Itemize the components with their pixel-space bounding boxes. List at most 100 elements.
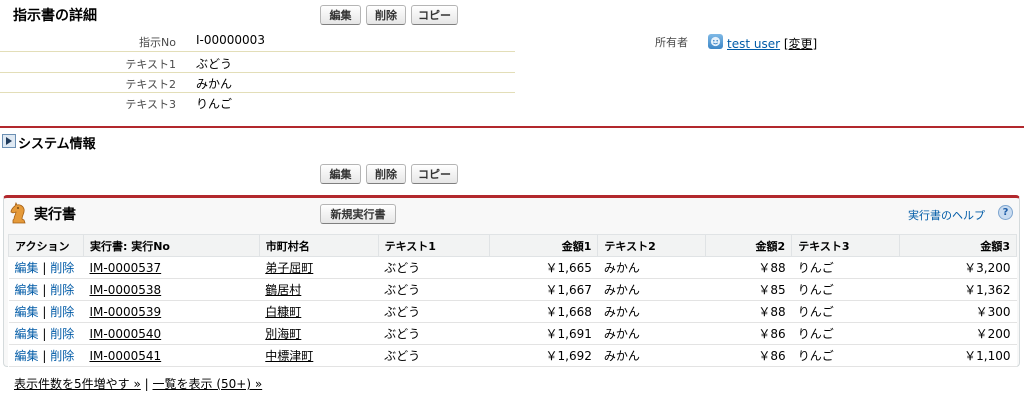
field-label-text1: テキスト1 <box>125 58 176 71</box>
cell-amount2: ￥86 <box>705 344 792 367</box>
row-edit-link[interactable]: 編集 <box>15 261 39 275</box>
field-value-text1: ぶどう <box>196 57 233 71</box>
cell-text1: ぶどう <box>378 256 490 279</box>
row-edit-link[interactable]: 編集 <box>15 327 39 341</box>
delete-button[interactable]: 削除 <box>366 5 406 25</box>
record-number-link[interactable]: IM-0000539 <box>89 305 161 319</box>
cell-text1: ぶどう <box>378 322 490 345</box>
help-link[interactable]: 実行書のヘルプ <box>908 207 985 223</box>
column-header-amount2[interactable]: 金額2 <box>705 234 793 257</box>
city-link[interactable]: 別海町 <box>265 327 301 341</box>
cell-amount1: ￥1,665 <box>489 256 598 279</box>
row-actions: 編集 | 削除 <box>8 300 84 323</box>
record-number-link[interactable]: IM-0000541 <box>89 349 161 363</box>
row-delete-link[interactable]: 削除 <box>50 327 74 341</box>
record-number-link[interactable]: IM-0000540 <box>89 327 161 341</box>
owner-link[interactable]: test user <box>727 37 780 51</box>
city-link[interactable]: 弟子屈町 <box>265 261 313 275</box>
cell-amount2: ￥88 <box>705 300 792 323</box>
column-header-amount3[interactable]: 金額3 <box>899 234 1017 257</box>
row-edit-link[interactable]: 編集 <box>15 305 39 319</box>
field-label-owner: 所有者 <box>655 36 688 49</box>
cell-amount1: ￥1,667 <box>489 278 598 301</box>
field-value-text2: みかん <box>196 77 233 91</box>
column-header-text2[interactable]: テキスト2 <box>597 234 707 257</box>
cell-text1: ぶどう <box>378 278 490 301</box>
new-record-button[interactable]: 新規実行書 <box>320 204 396 224</box>
row-actions: 編集 | 削除 <box>8 278 84 301</box>
table-row: 編集 | 削除 IM-0000539 白糠町 ぶどう ￥1,668 みかん ￥8… <box>8 300 1017 323</box>
row-actions: 編集 | 削除 <box>8 256 84 279</box>
cell-text3: りんご <box>791 300 900 323</box>
column-header-amount1[interactable]: 金額1 <box>488 234 599 257</box>
field-value-text3: りんご <box>196 97 233 111</box>
cell-text2: みかん <box>597 300 706 323</box>
show-more-link[interactable]: 表示件数を5件増やす » <box>14 377 141 391</box>
cell-text3: りんご <box>791 344 900 367</box>
table-row: 編集 | 削除 IM-0000541 中標津町 ぶどう ￥1,692 みかん ￥… <box>8 344 1017 367</box>
cell-text2: みかん <box>597 278 706 301</box>
owner-change-link[interactable]: [変更] <box>784 37 817 51</box>
row-edit-link[interactable]: 編集 <box>15 283 39 297</box>
related-records-table: アクション 実行書: 実行No 市町村名 テキスト1 金額1 テキスト2 金額2… <box>8 234 1017 367</box>
copy-button[interactable]: コピー <box>411 5 458 25</box>
cell-text1: ぶどう <box>378 300 490 323</box>
cell-text1: ぶどう <box>378 344 490 367</box>
delete-button-bottom[interactable]: 削除 <box>366 164 406 184</box>
edit-button[interactable]: 編集 <box>320 5 361 25</box>
field-label-text3: テキスト3 <box>125 98 176 111</box>
row-delete-link[interactable]: 削除 <box>50 261 74 275</box>
footer-separator: | <box>144 377 149 391</box>
cell-amount3: ￥200 <box>899 322 1017 345</box>
divider <box>0 51 515 52</box>
cell-amount3: ￥1,100 <box>899 344 1017 367</box>
help-icon[interactable]: ? <box>998 205 1013 220</box>
cell-text3: りんご <box>791 322 900 345</box>
cell-amount1: ￥1,692 <box>489 344 598 367</box>
row-delete-link[interactable]: 削除 <box>50 283 74 297</box>
cell-amount2: ￥86 <box>705 322 792 345</box>
cell-amount2: ￥88 <box>705 256 792 279</box>
field-value-no: I-00000003 <box>196 33 265 47</box>
cell-amount3: ￥3,200 <box>899 256 1017 279</box>
section-divider <box>0 126 1024 128</box>
row-actions: 編集 | 削除 <box>8 322 84 345</box>
edit-button-bottom[interactable]: 編集 <box>320 164 361 184</box>
row-delete-link[interactable]: 削除 <box>50 349 74 363</box>
divider <box>0 92 515 93</box>
cell-amount1: ￥1,691 <box>489 322 598 345</box>
related-list-title: 実行書 <box>34 207 76 223</box>
column-header-city[interactable]: 市町村名 <box>258 234 379 257</box>
divider <box>0 72 515 73</box>
column-header-no[interactable]: 実行書: 実行No <box>82 234 260 257</box>
row-edit-link[interactable]: 編集 <box>15 349 39 363</box>
record-number-link[interactable]: IM-0000537 <box>89 261 161 275</box>
record-number-link[interactable]: IM-0000538 <box>89 283 161 297</box>
city-link[interactable]: 中標津町 <box>265 349 313 363</box>
field-label-no: 指示No <box>139 36 176 49</box>
cell-amount3: ￥300 <box>899 300 1017 323</box>
expand-arrow-icon[interactable] <box>2 134 16 148</box>
cell-text2: みかん <box>597 344 706 367</box>
field-label-text2: テキスト2 <box>125 78 176 91</box>
show-all-link[interactable]: 一覧を表示 (50+) » <box>153 377 263 391</box>
cell-amount3: ￥1,362 <box>899 278 1017 301</box>
column-header-text3[interactable]: テキスト3 <box>791 234 901 257</box>
section-system-info[interactable]: システム情報 <box>18 133 96 152</box>
table-row: 編集 | 削除 IM-0000540 別海町 ぶどう ￥1,691 みかん ￥8… <box>8 322 1017 345</box>
page-title: 指示書の詳細 <box>13 8 97 24</box>
copy-button-bottom[interactable]: コピー <box>411 164 458 184</box>
row-delete-link[interactable]: 削除 <box>50 305 74 319</box>
table-header-row: アクション 実行書: 実行No 市町村名 テキスト1 金額1 テキスト2 金額2… <box>8 234 1017 257</box>
cell-text3: りんご <box>791 278 900 301</box>
column-header-text1[interactable]: テキスト1 <box>377 234 490 257</box>
chess-knight-icon <box>8 201 30 226</box>
city-link[interactable]: 鶴居村 <box>265 283 301 297</box>
cell-amount1: ￥1,668 <box>489 300 598 323</box>
column-header-action: アクション <box>8 234 84 257</box>
cell-text3: りんご <box>791 256 900 279</box>
city-link[interactable]: 白糠町 <box>265 305 301 319</box>
cell-amount2: ￥85 <box>705 278 792 301</box>
cell-text2: みかん <box>597 256 706 279</box>
user-avatar-icon <box>708 34 723 49</box>
